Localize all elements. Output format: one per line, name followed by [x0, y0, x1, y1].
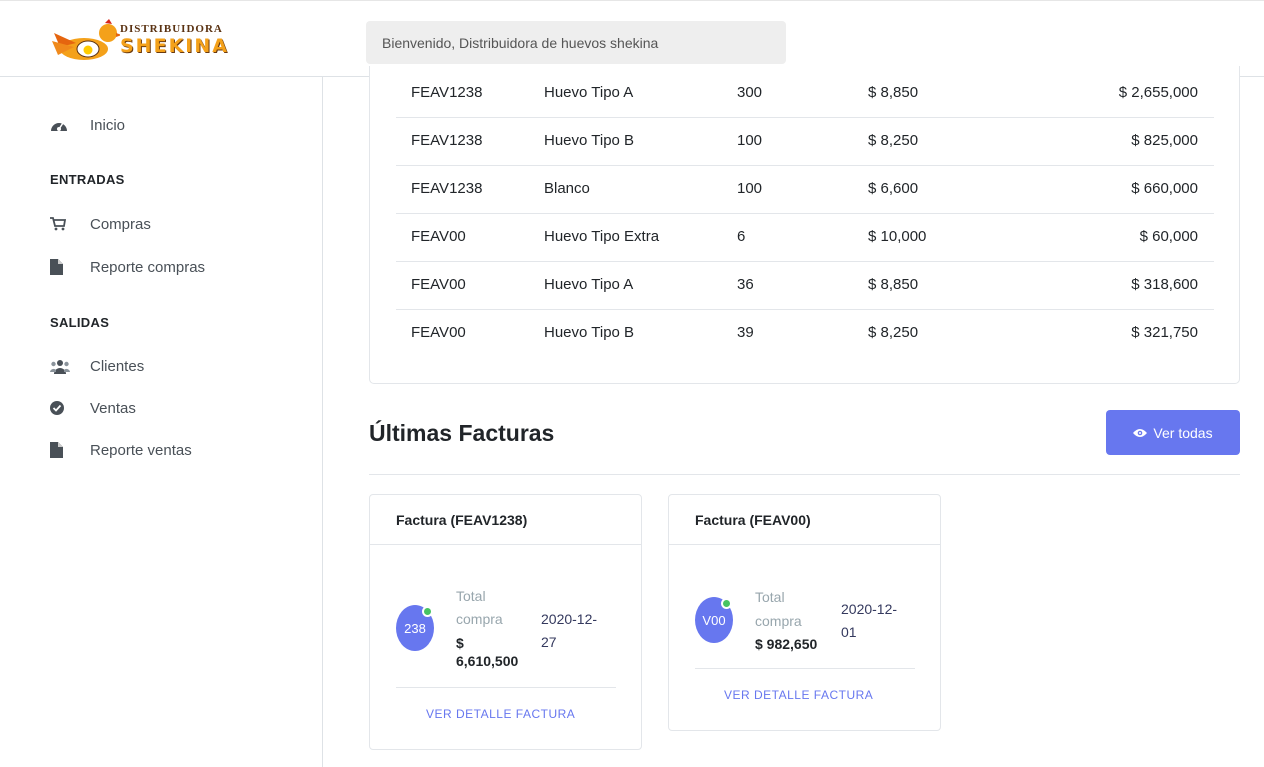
- cell-precio: $ 8,250: [868, 324, 919, 341]
- cell-producto: Huevo Tipo A: [544, 84, 634, 101]
- shopping-cart-icon: [50, 215, 76, 233]
- table-row: FEAV1238 Blanco 100 $ 6,600 $ 660,000: [396, 166, 1214, 214]
- total-label-line1: Total: [755, 589, 785, 605]
- hen-logo-icon: [52, 19, 120, 60]
- check-circle-icon: [50, 399, 76, 417]
- cell-producto: Blanco: [544, 180, 590, 197]
- section-heading-entradas: ENTRADAS: [50, 172, 125, 187]
- sidebar-item-compras[interactable]: Compras: [50, 215, 151, 233]
- brand-logo[interactable]: Distribuidora Shekina: [50, 19, 240, 63]
- sidebar-item-inicio[interactable]: Inicio: [50, 116, 125, 134]
- file-icon: [50, 258, 76, 276]
- logo-text-main: Shekina: [120, 35, 229, 57]
- cell-total: $ 60,000: [1139, 228, 1198, 245]
- cell-factura: FEAV1238: [411, 132, 483, 149]
- cell-total: $ 321,750: [1131, 324, 1198, 341]
- total-label-line2: compra: [456, 611, 503, 627]
- sidebar-item-ventas[interactable]: Ventas: [50, 399, 136, 417]
- sidebar-item-label: Clientes: [90, 357, 145, 375]
- invoice-date-line2: 01: [841, 624, 857, 640]
- invoice-card: Factura (FEAV1238) 238 Total compra $ 6,…: [369, 494, 642, 750]
- divider: [369, 474, 1240, 475]
- sidebar-item-label: Ventas: [90, 399, 136, 417]
- table-row: FEAV1238 Huevo Tipo B 100 $ 8,250 $ 825,…: [396, 118, 1214, 166]
- welcome-text: Bienvenido, Distribuidora de huevos shek…: [382, 34, 659, 51]
- cell-factura: FEAV00: [411, 228, 466, 245]
- cell-total: $ 2,655,000: [1118, 84, 1198, 101]
- cell-factura: FEAV1238: [411, 84, 483, 101]
- sidebar-item-label: Inicio: [90, 116, 126, 134]
- total-amount-currency: $: [456, 635, 464, 651]
- cell-factura: FEAV00: [411, 324, 466, 341]
- users-icon: [50, 357, 76, 375]
- sidebar-item-reporte-compras[interactable]: Reporte compras: [50, 258, 205, 276]
- table-row: FEAV00 Huevo Tipo A 36 $ 8,850 $ 318,600: [396, 262, 1214, 310]
- sidebar-item-reporte-ventas[interactable]: Reporte ventas: [50, 441, 192, 459]
- eye-icon: [1133, 428, 1148, 437]
- divider: [396, 687, 616, 688]
- detalle-table-card: FEAV1238 Huevo Tipo A 300 $ 8,850 $ 2,65…: [369, 66, 1240, 384]
- cell-cantidad: 6: [737, 228, 746, 245]
- cell-total: $ 660,000: [1131, 180, 1198, 197]
- cell-precio: $ 6,600: [868, 180, 919, 197]
- dashboard-icon: [50, 116, 76, 134]
- online-status-dot: [422, 606, 433, 617]
- cell-precio: $ 8,250: [868, 132, 919, 149]
- ver-todas-button[interactable]: Ver todas: [1106, 410, 1240, 455]
- cell-producto: Huevo Tipo Extra: [544, 228, 660, 245]
- ver-todas-label: Ver todas: [1153, 424, 1213, 441]
- file-icon: [50, 441, 76, 459]
- total-label-line2: compra: [755, 613, 802, 629]
- cell-cantidad: 300: [737, 84, 763, 101]
- cell-cantidad: 100: [737, 132, 763, 149]
- cell-precio: $ 8,850: [868, 276, 919, 293]
- table-row: FEAV00 Huevo Tipo Extra 6 $ 10,000 $ 60,…: [396, 214, 1214, 262]
- cell-factura: FEAV1238: [411, 180, 483, 197]
- section-title: Últimas Facturas: [369, 420, 555, 446]
- ver-detalle-link[interactable]: VER DETALLE FACTURA: [426, 707, 575, 721]
- cell-cantidad: 100: [737, 180, 763, 197]
- invoice-date-line1: 2020-12-: [541, 611, 598, 627]
- cell-precio: $ 8,850: [868, 84, 919, 101]
- cell-producto: Huevo Tipo B: [544, 324, 635, 341]
- total-amount-value: 6,610,500: [456, 653, 519, 669]
- logo-text-top: Distribuidora: [120, 23, 223, 35]
- sidebar: Inicio ENTRADAS Compras Reporte compras …: [0, 77, 323, 767]
- table-row: FEAV00 Huevo Tipo B 39 $ 8,250 $ 321,750: [396, 310, 1214, 358]
- ver-detalle-link[interactable]: VER DETALLE FACTURA: [724, 688, 873, 702]
- cell-cantidad: 36: [737, 276, 754, 293]
- section-heading-salidas: SALIDAS: [50, 315, 110, 330]
- cell-total: $ 825,000: [1131, 132, 1198, 149]
- sidebar-item-clientes[interactable]: Clientes: [50, 357, 144, 375]
- invoice-card-header: Factura (FEAV00): [669, 495, 940, 545]
- divider: [695, 668, 915, 669]
- cell-cantidad: 39: [737, 324, 754, 341]
- table-row: FEAV1238 Huevo Tipo A 300 $ 8,850 $ 2,65…: [396, 70, 1214, 118]
- cell-total: $ 318,600: [1131, 276, 1198, 293]
- online-status-dot: [721, 598, 732, 609]
- total-amount: $ 982,650: [755, 636, 818, 652]
- invoice-card: Factura (FEAV00) V00 Total compra $ 982,…: [668, 494, 941, 731]
- cell-precio: $ 10,000: [868, 228, 927, 245]
- cell-factura: FEAV00: [411, 276, 466, 293]
- total-label-line1: Total: [456, 588, 486, 604]
- sidebar-item-label: Reporte ventas: [90, 441, 192, 459]
- invoice-date-line2: 27: [541, 634, 557, 650]
- sidebar-item-label: Reporte compras: [90, 258, 206, 276]
- invoice-card-header: Factura (FEAV1238): [370, 495, 641, 545]
- sidebar-item-label: Compras: [90, 215, 151, 233]
- cell-producto: Huevo Tipo A: [544, 276, 634, 293]
- invoice-date-line1: 2020-12-: [841, 601, 898, 617]
- welcome-box: Bienvenido, Distribuidora de huevos shek…: [366, 21, 786, 64]
- cell-producto: Huevo Tipo B: [544, 132, 635, 149]
